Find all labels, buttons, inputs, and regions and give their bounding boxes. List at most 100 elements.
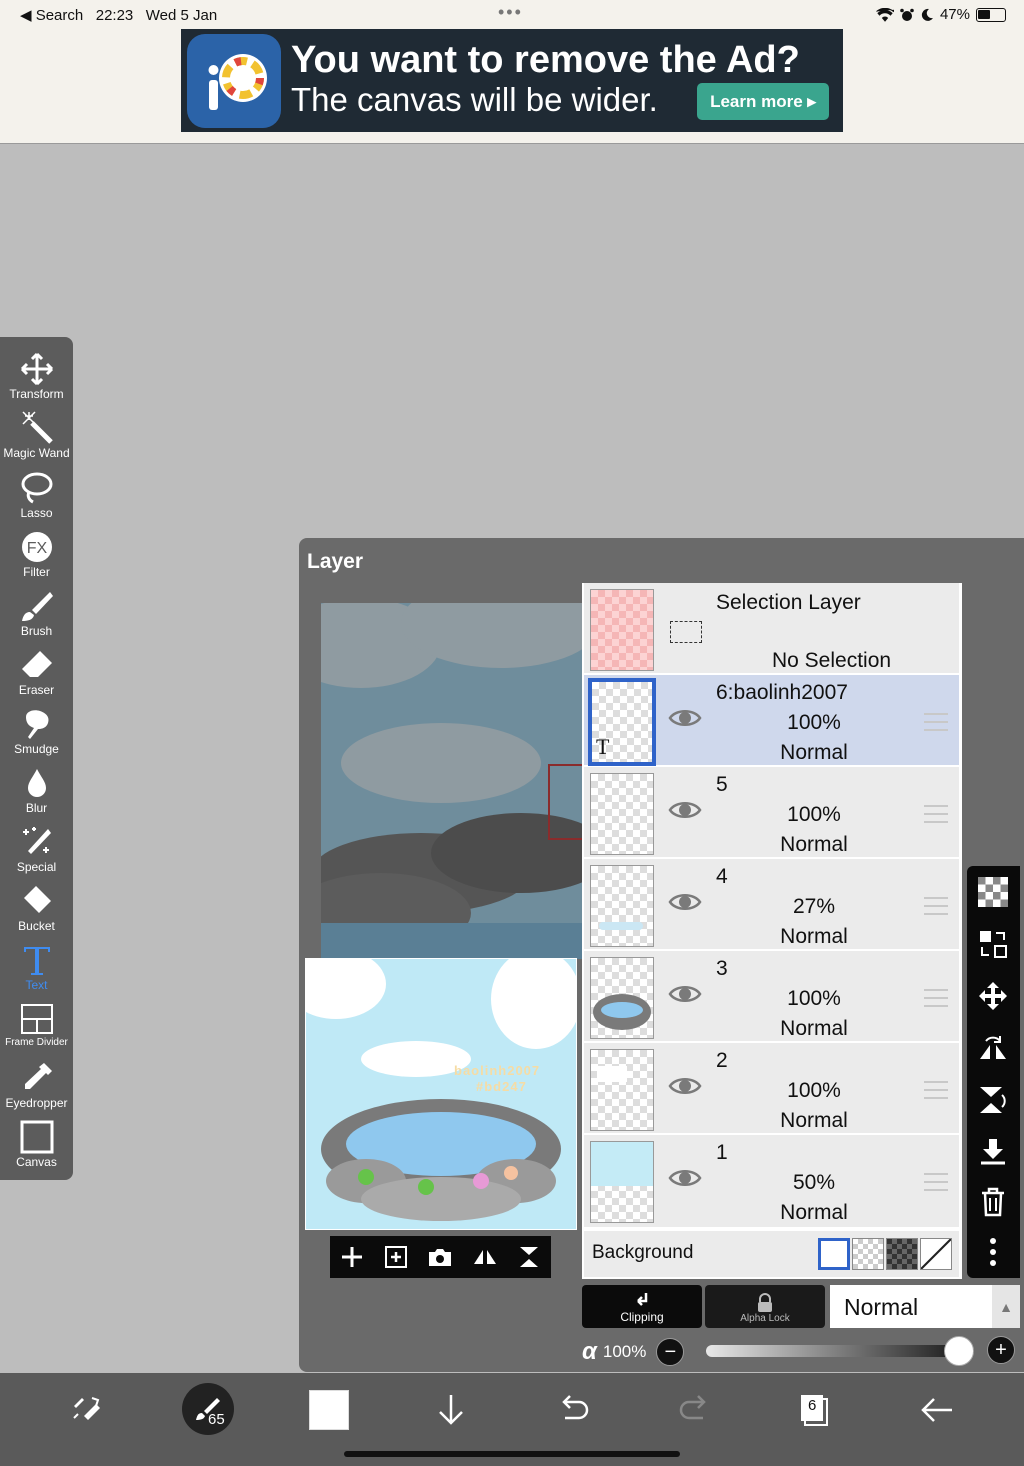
delete-layer-button[interactable] <box>975 1184 1011 1220</box>
layer-thumbnail <box>590 865 654 947</box>
canvas-icon <box>20 1120 53 1154</box>
wifi-icon <box>876 7 894 22</box>
layer-thumbnail <box>590 1141 654 1223</box>
color-swatch-button[interactable] <box>304 1385 354 1435</box>
layer-blend: Normal <box>780 925 848 948</box>
more-options-button[interactable] <box>975 1234 1011 1270</box>
tool-canvas[interactable]: Canvas <box>0 1117 73 1176</box>
clipping-icon <box>637 1293 648 1306</box>
quick-tool-switch-button[interactable] <box>61 1385 111 1435</box>
tool-text[interactable]: Text <box>0 940 73 999</box>
opacity-slider[interactable] <box>706 1345 974 1357</box>
eye-icon[interactable] <box>668 1167 702 1189</box>
tool-label: Eyedropper <box>5 1096 68 1110</box>
drag-handle-icon[interactable] <box>924 897 948 915</box>
layer-row[interactable]: 4 27% Normal <box>584 859 959 951</box>
add-copy-layer-icon[interactable] <box>383 1244 409 1270</box>
layer-row[interactable]: 3 100% Normal <box>584 951 959 1043</box>
thumbnail-artwork <box>306 959 576 1229</box>
tool-brush[interactable]: Brush <box>0 586 73 645</box>
opacity-increase-button[interactable]: + <box>987 1336 1015 1364</box>
tool-filter[interactable]: FX Filter <box>0 527 73 586</box>
drag-handle-icon[interactable] <box>924 989 948 1007</box>
current-color-swatch <box>309 1390 349 1430</box>
tool-special[interactable]: Special <box>0 822 73 881</box>
tool-label: Eraser <box>18 683 55 697</box>
layer-row[interactable]: 2 100% Normal <box>584 1043 959 1135</box>
flip-horizontal-icon[interactable] <box>472 1244 498 1270</box>
tool-blur[interactable]: Blur <box>0 763 73 822</box>
layer-row[interactable]: 5 100% Normal <box>584 767 959 859</box>
brush-size-button[interactable]: 65 <box>182 1383 234 1435</box>
selection-marquee-icon <box>670 621 702 643</box>
redo-button[interactable] <box>670 1385 720 1435</box>
alpha-lock-button[interactable]: Alpha Lock <box>705 1285 825 1328</box>
checker-fill-button[interactable] <box>975 874 1011 910</box>
tool-bucket[interactable]: Bucket <box>0 881 73 940</box>
drag-handle-icon[interactable] <box>924 1081 948 1099</box>
tool-eyedropper[interactable]: Eyedropper <box>0 1058 73 1117</box>
layer-blend: Normal <box>780 741 848 764</box>
move-icon <box>979 982 1007 1010</box>
background-none-swatch[interactable] <box>920 1238 952 1270</box>
layers-button[interactable]: 6 <box>790 1385 840 1435</box>
eye-icon[interactable] <box>668 707 702 729</box>
home-indicator[interactable] <box>344 1451 680 1457</box>
layer-row[interactable]: 1 50% Normal <box>584 1135 959 1229</box>
opacity-decrease-button[interactable]: − <box>656 1338 685 1366</box>
merge-down-button[interactable] <box>975 1134 1011 1170</box>
clipping-label: Clipping <box>620 1310 664 1324</box>
blend-mode-arrow-icon[interactable]: ▲ <box>992 1285 1020 1328</box>
canvas-artwork <box>321 603 583 959</box>
eye-icon[interactable] <box>668 891 702 913</box>
undo-icon <box>562 1395 589 1420</box>
tool-frame-divider[interactable]: Frame Divider <box>0 999 73 1058</box>
background-row: Background <box>584 1231 959 1277</box>
multitask-dots-icon[interactable]: ••• <box>498 2 523 23</box>
tool-magic-wand[interactable]: Magic Wand <box>0 408 73 467</box>
undo-button[interactable] <box>548 1385 598 1435</box>
layer-opacity: 27% <box>792 895 836 918</box>
drag-handle-icon[interactable] <box>924 1173 948 1191</box>
eye-icon[interactable] <box>668 799 702 821</box>
canvas-preview[interactable] <box>321 603 583 959</box>
layer-panel: Layer baolinh2007 #bd247 Selection Layer… <box>299 538 1024 1372</box>
down-arrow-button[interactable] <box>426 1385 476 1435</box>
layer-row[interactable]: T 6:baolinh2007 100% Normal <box>584 675 959 767</box>
back-button[interactable] <box>912 1385 962 1435</box>
clipping-button[interactable]: Clipping <box>582 1285 702 1328</box>
background-checker-dark-swatch[interactable] <box>886 1238 918 1270</box>
selection-layer-row[interactable]: Selection Layer No Selection <box>584 583 959 675</box>
tool-smudge[interactable]: Smudge <box>0 704 73 763</box>
tool-transform[interactable]: Transform <box>0 349 73 408</box>
tool-label: Transform <box>9 387 64 401</box>
ad-banner[interactable]: You want to remove the Ad? The canvas wi… <box>181 29 843 132</box>
blend-mode-select[interactable]: Normal <box>830 1285 992 1328</box>
eye-icon[interactable] <box>668 1075 702 1097</box>
opacity-slider-knob[interactable] <box>944 1336 974 1366</box>
blur-icon <box>27 769 46 797</box>
flip-layer-horizontal-button[interactable] <box>975 1030 1011 1066</box>
move-layer-button[interactable] <box>975 978 1011 1014</box>
layer-blend: Normal <box>780 1109 848 1132</box>
drag-handle-icon[interactable] <box>924 805 948 823</box>
tool-eraser[interactable]: Eraser <box>0 645 73 704</box>
ad-headline: You want to remove the Ad? <box>291 39 800 81</box>
brush-size-value: 65 <box>208 1411 225 1428</box>
drag-handle-icon[interactable] <box>924 713 948 731</box>
camera-icon[interactable] <box>427 1244 453 1270</box>
tool-lasso[interactable]: Lasso <box>0 468 73 527</box>
transfer-layer-button[interactable] <box>975 926 1011 962</box>
add-layer-icon[interactable] <box>339 1244 365 1270</box>
background-label: Background <box>592 1242 694 1263</box>
flip-vertical-icon[interactable] <box>516 1244 542 1270</box>
top-bar: ◀ Search 22:23 Wed 5 Jan ••• 47% You wan… <box>0 0 1024 144</box>
lasso-icon <box>21 472 52 504</box>
eye-icon[interactable] <box>668 983 702 1005</box>
flip-layer-vertical-button[interactable] <box>975 1082 1011 1118</box>
background-checker-light-swatch[interactable] <box>852 1238 884 1270</box>
background-white-swatch[interactable] <box>818 1238 850 1270</box>
learn-more-button[interactable]: Learn more ▸ <box>697 83 829 120</box>
eyedropper-icon <box>24 1063 52 1089</box>
layer-name: 2 <box>716 1049 728 1072</box>
